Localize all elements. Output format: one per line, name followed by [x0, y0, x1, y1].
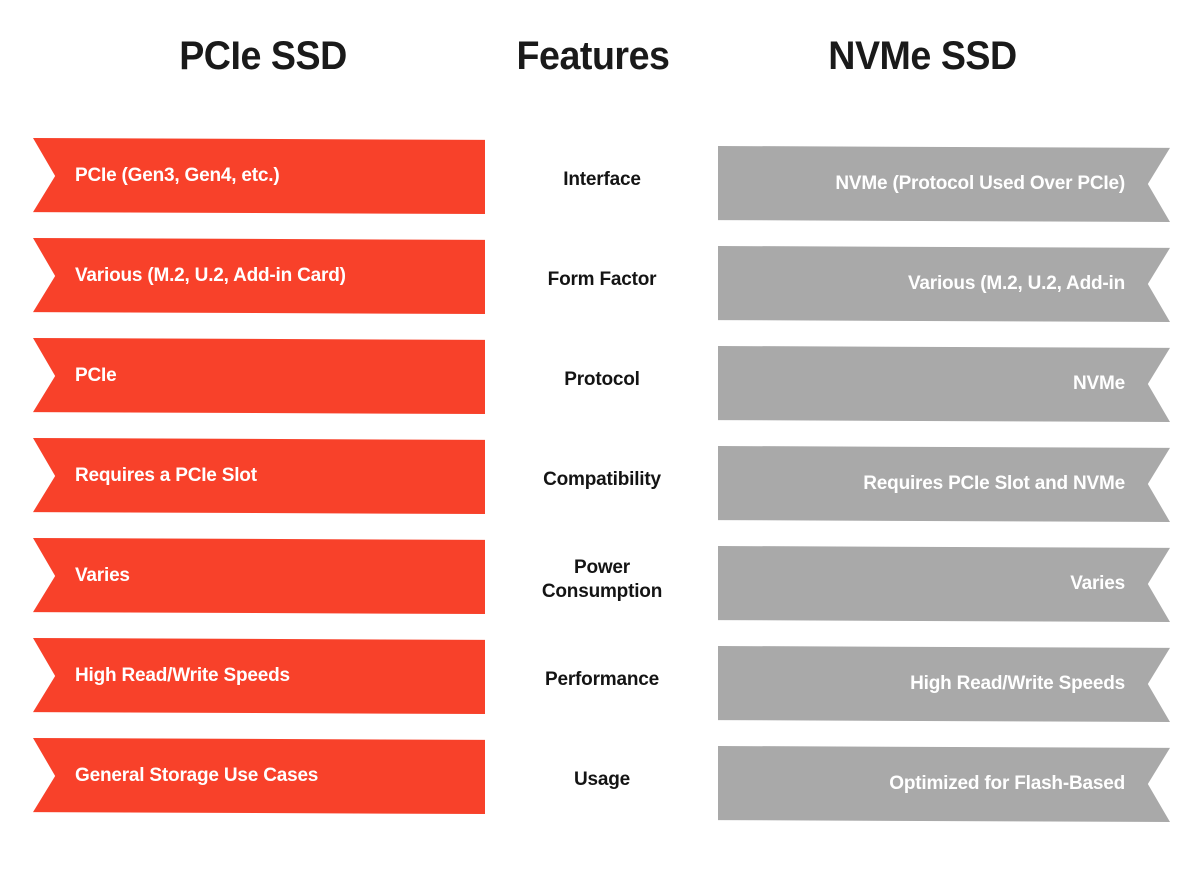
nvme-value-label: Varies — [1070, 573, 1125, 595]
pcie-value-label: Various (M.2, U.2, Add-in Card) — [75, 265, 346, 287]
table-row: Varies Power Consumption Varies — [0, 530, 1200, 632]
header-features: Features — [516, 34, 670, 78]
nvme-value-label: Optimized for Flash-Based — [889, 773, 1125, 795]
feature-panel[interactable]: Power Consumption — [487, 530, 717, 626]
nvme-value-banner[interactable]: NVMe — [718, 346, 1170, 422]
pcie-value-label: PCIe — [75, 365, 117, 387]
pcie-value-label: Requires a PCIe Slot — [75, 465, 257, 487]
pcie-value-label: High Read/Write Speeds — [75, 665, 290, 687]
table-row: General Storage Use Cases Usage Optimized … — [0, 730, 1200, 832]
pcie-value-banner[interactable]: Various (M.2, U.2, Add-in Card) — [33, 238, 485, 314]
feature-label: Performance — [545, 668, 659, 690]
feature-label: Power Consumption — [541, 557, 663, 602]
feature-panel[interactable]: Protocol — [487, 330, 717, 426]
pcie-value-banner[interactable]: PCIe — [33, 338, 485, 414]
nvme-value-banner[interactable]: High Read/Write Speeds — [718, 646, 1170, 722]
feature-label: Usage — [573, 768, 631, 790]
feature-panel[interactable]: Performance — [487, 630, 717, 726]
table-row: PCIe (Gen3, Gen4, etc.) Interface NVMe (Pr… — [0, 130, 1200, 232]
feature-panel[interactable]: Compatibility — [487, 430, 717, 526]
nvme-value-banner[interactable]: Various (M.2, U.2, Add-in — [718, 246, 1170, 322]
feature-label: Form Factor — [547, 268, 657, 290]
comparison-rows: PCIe (Gen3, Gen4, etc.) Interface NVMe (Pr… — [0, 130, 1200, 860]
nvme-value-banner[interactable]: Varies — [718, 546, 1170, 622]
table-row: Requires a PCIe Slot Compatibility Require… — [0, 430, 1200, 532]
feature-label: Interface — [563, 168, 641, 190]
header-nvme-ssd: NVMe SSD — [828, 34, 1017, 78]
feature-label: Compatibility — [543, 468, 661, 490]
feature-panel[interactable]: Form Factor — [487, 230, 717, 326]
feature-label: Protocol — [564, 368, 640, 390]
nvme-value-label: Requires PCIe Slot and NVMe — [863, 473, 1125, 495]
nvme-value-label: NVMe — [1073, 373, 1125, 395]
nvme-value-banner[interactable]: Optimized for Flash-Based — [718, 746, 1170, 822]
nvme-value-label: High Read/Write Speeds — [910, 673, 1125, 695]
feature-panel[interactable]: Usage — [487, 730, 717, 826]
column-headers: PCIe SSD Features NVMe SSD — [0, 0, 1200, 120]
feature-panel[interactable]: Interface — [487, 130, 717, 226]
pcie-value-banner[interactable]: PCIe (Gen3, Gen4, etc.) — [33, 138, 485, 214]
nvme-value-banner[interactable]: Requires PCIe Slot and NVMe — [718, 446, 1170, 522]
pcie-value-banner[interactable]: Varies — [33, 538, 485, 614]
nvme-value-banner[interactable]: NVMe (Protocol Used Over PCIe) — [718, 146, 1170, 222]
header-pcie-ssd: PCIe SSD — [179, 34, 347, 78]
pcie-value-label: General Storage Use Cases — [75, 765, 319, 787]
pcie-value-banner[interactable]: High Read/Write Speeds — [33, 638, 485, 714]
pcie-value-label: Varies — [75, 565, 130, 587]
table-row: High Read/Write Speeds Performance High Re… — [0, 630, 1200, 732]
nvme-value-label: NVMe (Protocol Used Over PCIe) — [835, 173, 1125, 195]
pcie-value-banner[interactable]: Requires a PCIe Slot — [33, 438, 485, 514]
table-row: PCIe Protocol NVMe — [0, 330, 1200, 432]
nvme-value-label: Various (M.2, U.2, Add-in — [907, 273, 1125, 295]
pcie-value-label: PCIe (Gen3, Gen4, etc.) — [75, 165, 280, 187]
pcie-value-banner[interactable]: General Storage Use Cases — [33, 738, 485, 814]
table-row: Various (M.2, U.2, Add-in Card) Form Fact… — [0, 230, 1200, 332]
